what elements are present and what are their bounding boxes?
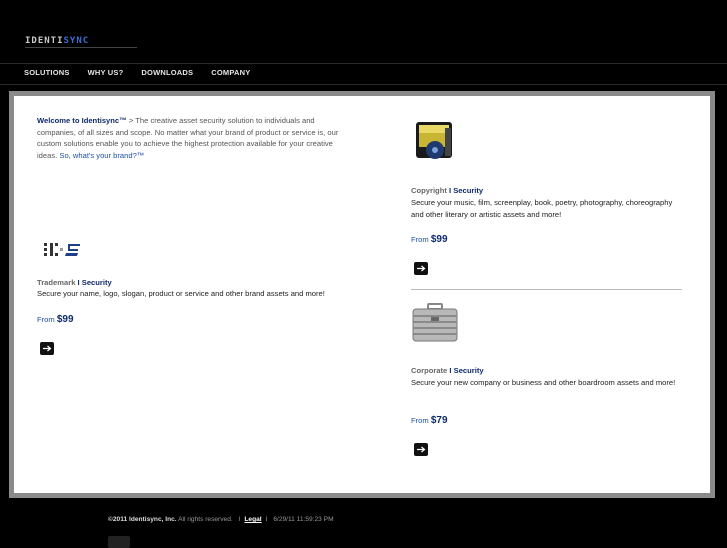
copyright-media-icon xyxy=(416,122,452,159)
nav-divider-top xyxy=(0,63,727,64)
section-divider xyxy=(411,289,682,290)
nav-downloads[interactable]: DOWNLOADS xyxy=(141,68,193,77)
footer-separator: I xyxy=(265,516,268,523)
arrow-right-icon xyxy=(417,446,426,453)
footer-rights: All rights reserved. xyxy=(176,516,233,523)
corporate-from-label: From xyxy=(411,416,431,425)
copyright-from-label: From xyxy=(411,235,431,244)
copyright-price: From $99 xyxy=(411,234,448,245)
corporate-security-label: I Security xyxy=(449,366,484,375)
footer-separator: I xyxy=(238,516,241,523)
footer: ©2011 Identisync, Inc. All rights reserv… xyxy=(108,516,334,523)
copyright-price-value: $99 xyxy=(430,234,448,245)
logo-text-part2: SYNC xyxy=(63,36,90,46)
brand-question-link[interactable]: So, what's your brand?™ xyxy=(59,151,144,160)
nav-company[interactable]: COMPANY xyxy=(211,68,250,77)
nav-divider-bottom xyxy=(0,84,727,85)
facebook-icon[interactable] xyxy=(108,536,130,548)
footer-copyright: ©2011 Identisync, Inc. xyxy=(108,516,177,523)
nav-why-us[interactable]: WHY US? xyxy=(88,68,124,77)
trademark-security-label: I Security xyxy=(77,278,112,287)
footer-timestamp: 6/29/11 11:59:23 PM xyxy=(273,516,334,523)
welcome-text: Welcome to Identisync™ > The creative as… xyxy=(37,115,347,162)
trademark-price: From $99 xyxy=(37,314,74,325)
header: IDENTI SYNC SOLUTIONS WHY US? DOWNLOADS C… xyxy=(0,0,727,92)
corporate-price-value: $79 xyxy=(430,415,448,426)
copyright-arrow-button[interactable] xyxy=(414,262,428,275)
arrow-right-icon xyxy=(417,265,426,272)
trademark-logo-icon xyxy=(44,243,80,256)
footer-legal-link[interactable]: Legal xyxy=(244,516,261,523)
welcome-heading: Welcome to Identisync™ xyxy=(37,116,127,125)
corporate-description: Secure your new company or business and … xyxy=(411,378,676,387)
logo-text-part1: IDENTI xyxy=(25,36,64,46)
main-nav: SOLUTIONS WHY US? DOWNLOADS COMPANY xyxy=(24,68,268,77)
briefcase-icon xyxy=(412,303,458,342)
brand-logo[interactable]: IDENTI SYNC xyxy=(25,36,89,46)
trademark-title: Trademark I Security xyxy=(37,278,112,287)
trademark-description: Secure your name, logo, slogan, product … xyxy=(37,289,325,298)
logo-underline xyxy=(25,47,137,48)
corporate-title-label: Corporate xyxy=(411,366,450,375)
trademark-price-value: $99 xyxy=(56,314,74,325)
copyright-title: Copyright I Security xyxy=(411,186,483,195)
trademark-arrow-button[interactable] xyxy=(40,342,54,355)
trademark-from-label: From xyxy=(37,315,57,324)
copyright-security-label: I Security xyxy=(448,186,484,195)
trademark-title-label: Trademark xyxy=(37,278,78,287)
arrow-right-icon xyxy=(43,345,52,352)
copyright-title-label: Copyright xyxy=(411,186,449,195)
corporate-price: From $79 xyxy=(411,415,448,426)
copyright-description: Secure your music, film, screenplay, boo… xyxy=(411,198,673,219)
corporate-arrow-button[interactable] xyxy=(414,443,428,456)
nav-solutions[interactable]: SOLUTIONS xyxy=(24,68,70,77)
corporate-title: Corporate I Security xyxy=(411,366,484,375)
